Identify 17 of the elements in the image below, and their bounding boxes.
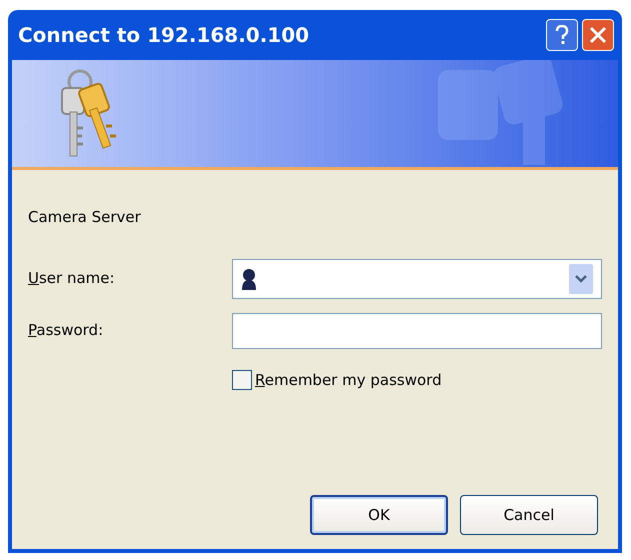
dialog-button[interactable]: Cancel [460, 495, 598, 535]
password-field[interactable] [232, 312, 602, 348]
window-title: Connect to 192.168.0.100 [18, 22, 310, 49]
server-name: Camera Server [28, 207, 142, 228]
close-button[interactable] [582, 19, 614, 51]
dropdown-button[interactable] [569, 264, 593, 294]
user-icon [241, 268, 257, 290]
question-mark-icon [555, 25, 569, 45]
dialog-button[interactable]: OK [310, 495, 448, 535]
field-label: User name: [28, 268, 116, 290]
close-icon [589, 26, 607, 44]
field-label: Password: [28, 320, 104, 342]
remember-checkbox[interactable] [232, 370, 252, 390]
checkbox-label: Remember my password [255, 370, 442, 390]
chevron-down-icon [575, 274, 587, 282]
username-field[interactable] [232, 258, 602, 298]
help-button[interactable] [546, 19, 578, 51]
